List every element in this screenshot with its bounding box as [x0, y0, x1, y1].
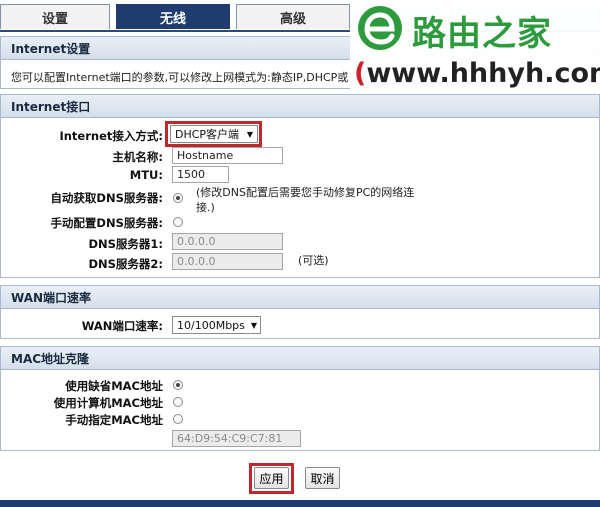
access-mode-label: Internet接入方式:	[59, 129, 163, 143]
logo-e-icon	[358, 6, 402, 50]
internet-settings-description: 您可以配置Internet端口的参数,可以修改上网模式为:静态IP,DHCP或	[11, 71, 349, 84]
auto-dns-label: 自动获取DNS服务器:	[50, 191, 163, 205]
mtu-label: MTU:	[129, 168, 163, 182]
wan-speed-label: WAN端口速率:	[81, 319, 163, 333]
dns2-label: DNS服务器2:	[88, 257, 163, 271]
wan-speed-title: WAN端口速率	[1, 286, 599, 309]
mac-manual-label: 手动指定MAC地址	[65, 413, 163, 427]
mac-default-label: 使用缺省MAC地址	[65, 379, 163, 393]
mac-computer-label: 使用计算机MAC地址	[53, 396, 163, 410]
wan-speed-select[interactable]: 10/100Mbps ▼	[172, 316, 261, 334]
chevron-down-icon: ▼	[246, 129, 253, 139]
logo-url: (www.hhhyh.com)	[354, 58, 600, 89]
auto-dns-radio[interactable]	[173, 193, 183, 203]
internet-port-title: Internet接口	[1, 95, 599, 118]
tab-settings[interactable]: 设置	[0, 4, 110, 29]
bottom-bar	[0, 500, 600, 507]
cancel-button[interactable]: 取消	[305, 467, 340, 489]
dns2-optional-note: (可选)	[298, 254, 329, 267]
mac-address-input[interactable]: 64:D9:54:C9:C7:81	[172, 430, 301, 447]
hostname-label: 主机名称:	[112, 150, 163, 164]
dns1-input[interactable]: 0.0.0.0	[172, 233, 283, 250]
dns1-label: DNS服务器1:	[88, 237, 163, 251]
dns2-input[interactable]: 0.0.0.0	[172, 253, 283, 270]
access-mode-value: DHCP客户端	[175, 128, 240, 141]
chevron-down-icon: ▼	[250, 320, 258, 330]
hostname-input[interactable]: Hostname	[172, 147, 283, 164]
mtu-input[interactable]: 1500	[172, 166, 229, 183]
logo-url-text: www.hhhyh.com	[366, 58, 600, 89]
apply-button[interactable]: 应用	[254, 467, 289, 489]
mac-clone-panel: MAC地址克隆 使用缺省MAC地址 使用计算机MAC地址 手动指定MAC地址 6…	[0, 346, 600, 451]
manual-dns-radio[interactable]	[173, 217, 183, 227]
mac-computer-radio[interactable]	[173, 397, 183, 407]
tab-advanced[interactable]: 高级	[236, 4, 350, 29]
manual-dns-label: 手动配置DNS服务器:	[50, 216, 163, 230]
mac-default-radio[interactable]	[173, 380, 183, 390]
mac-manual-radio[interactable]	[173, 414, 183, 424]
logo-title: 路由之家	[412, 14, 552, 54]
wan-speed-value: 10/100Mbps	[177, 318, 245, 332]
tab-wireless[interactable]: 无线	[116, 4, 230, 29]
mac-clone-title: MAC地址克隆	[1, 347, 599, 370]
watermark-logo: 路由之家 (www.hhhyh.com)	[350, 0, 600, 94]
wan-speed-panel: WAN端口速率 WAN端口速率: 10/100Mbps ▼	[0, 285, 600, 339]
access-mode-select[interactable]: DHCP客户端 ▼	[170, 125, 258, 143]
internet-port-panel: Internet接口 Internet接入方式: DHCP客户端 ▼ 主机名称:…	[0, 94, 600, 278]
auto-dns-note: (修改DNS配置后需要您手动修复PC的网络连接.)	[196, 186, 415, 214]
